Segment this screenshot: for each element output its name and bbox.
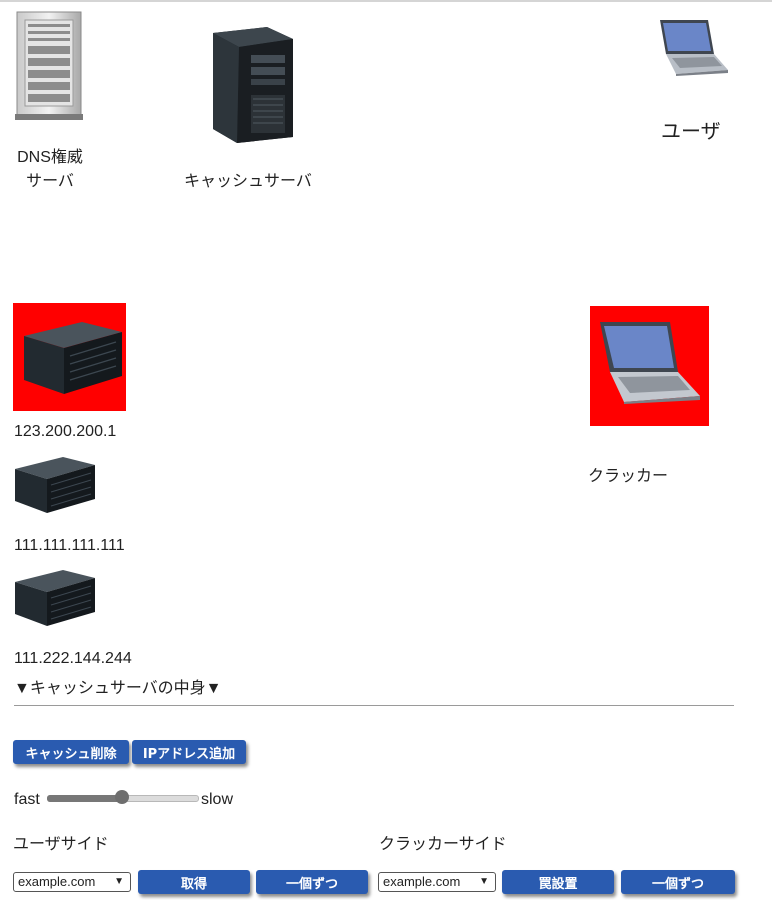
cracker-step-button[interactable]: 一個ずつ <box>621 870 735 894</box>
chevron-down-icon: ▼ <box>114 876 124 887</box>
user-domain-value: example.com <box>18 874 96 889</box>
delete-cache-button[interactable]: キャッシュ削除 <box>13 740 129 764</box>
top-border <box>0 0 772 2</box>
dns-label-line1: DNS権威 <box>17 149 83 166</box>
cache-contents-heading: ▼キャッシュサーバの中身▼ <box>14 680 222 697</box>
cache-server-icon <box>213 27 293 143</box>
cracker-domain-select[interactable]: example.com ▼ <box>378 872 496 892</box>
server-ip-1: 123.200.200.1 <box>14 423 117 440</box>
dns-server-label: DNS権威 サーバ <box>8 146 92 194</box>
user-step-button[interactable]: 一個ずつ <box>256 870 368 894</box>
speed-fast-label: fast <box>14 791 40 808</box>
set-trap-button[interactable]: 罠設置 <box>502 870 614 894</box>
dns-label-line2: サーバ <box>26 173 74 190</box>
speed-slider-fill <box>47 795 122 802</box>
rack-server-icon[interactable] <box>13 455 97 515</box>
cache-server-label: キャッシュサーバ <box>184 173 312 190</box>
rack-server-icon[interactable] <box>13 568 97 628</box>
rack-server-icon[interactable] <box>20 318 124 398</box>
server-ip-3: 111.222.144.244 <box>14 650 132 667</box>
fetch-button[interactable]: 取得 <box>138 870 250 894</box>
cracker-laptop-icon <box>600 322 700 404</box>
cracker-side-heading: クラッカーサイド <box>379 836 507 853</box>
divider <box>14 705 734 706</box>
user-laptop-icon <box>660 20 728 76</box>
chevron-down-icon: ▼ <box>479 876 489 887</box>
dns-server-icon <box>15 11 83 120</box>
cracker-domain-value: example.com <box>383 874 461 889</box>
user-label: ユーザ <box>661 121 721 143</box>
speed-slow-label: slow <box>201 791 234 808</box>
user-domain-select[interactable]: example.com ▼ <box>13 872 131 892</box>
cracker-label: クラッカー <box>588 468 669 485</box>
speed-slider-thumb[interactable] <box>115 790 129 804</box>
add-ip-button[interactable]: IPアドレス追加 <box>132 740 246 764</box>
server-ip-2: 111.111.111.111 <box>14 537 125 554</box>
user-side-heading: ユーザサイド <box>13 836 109 853</box>
